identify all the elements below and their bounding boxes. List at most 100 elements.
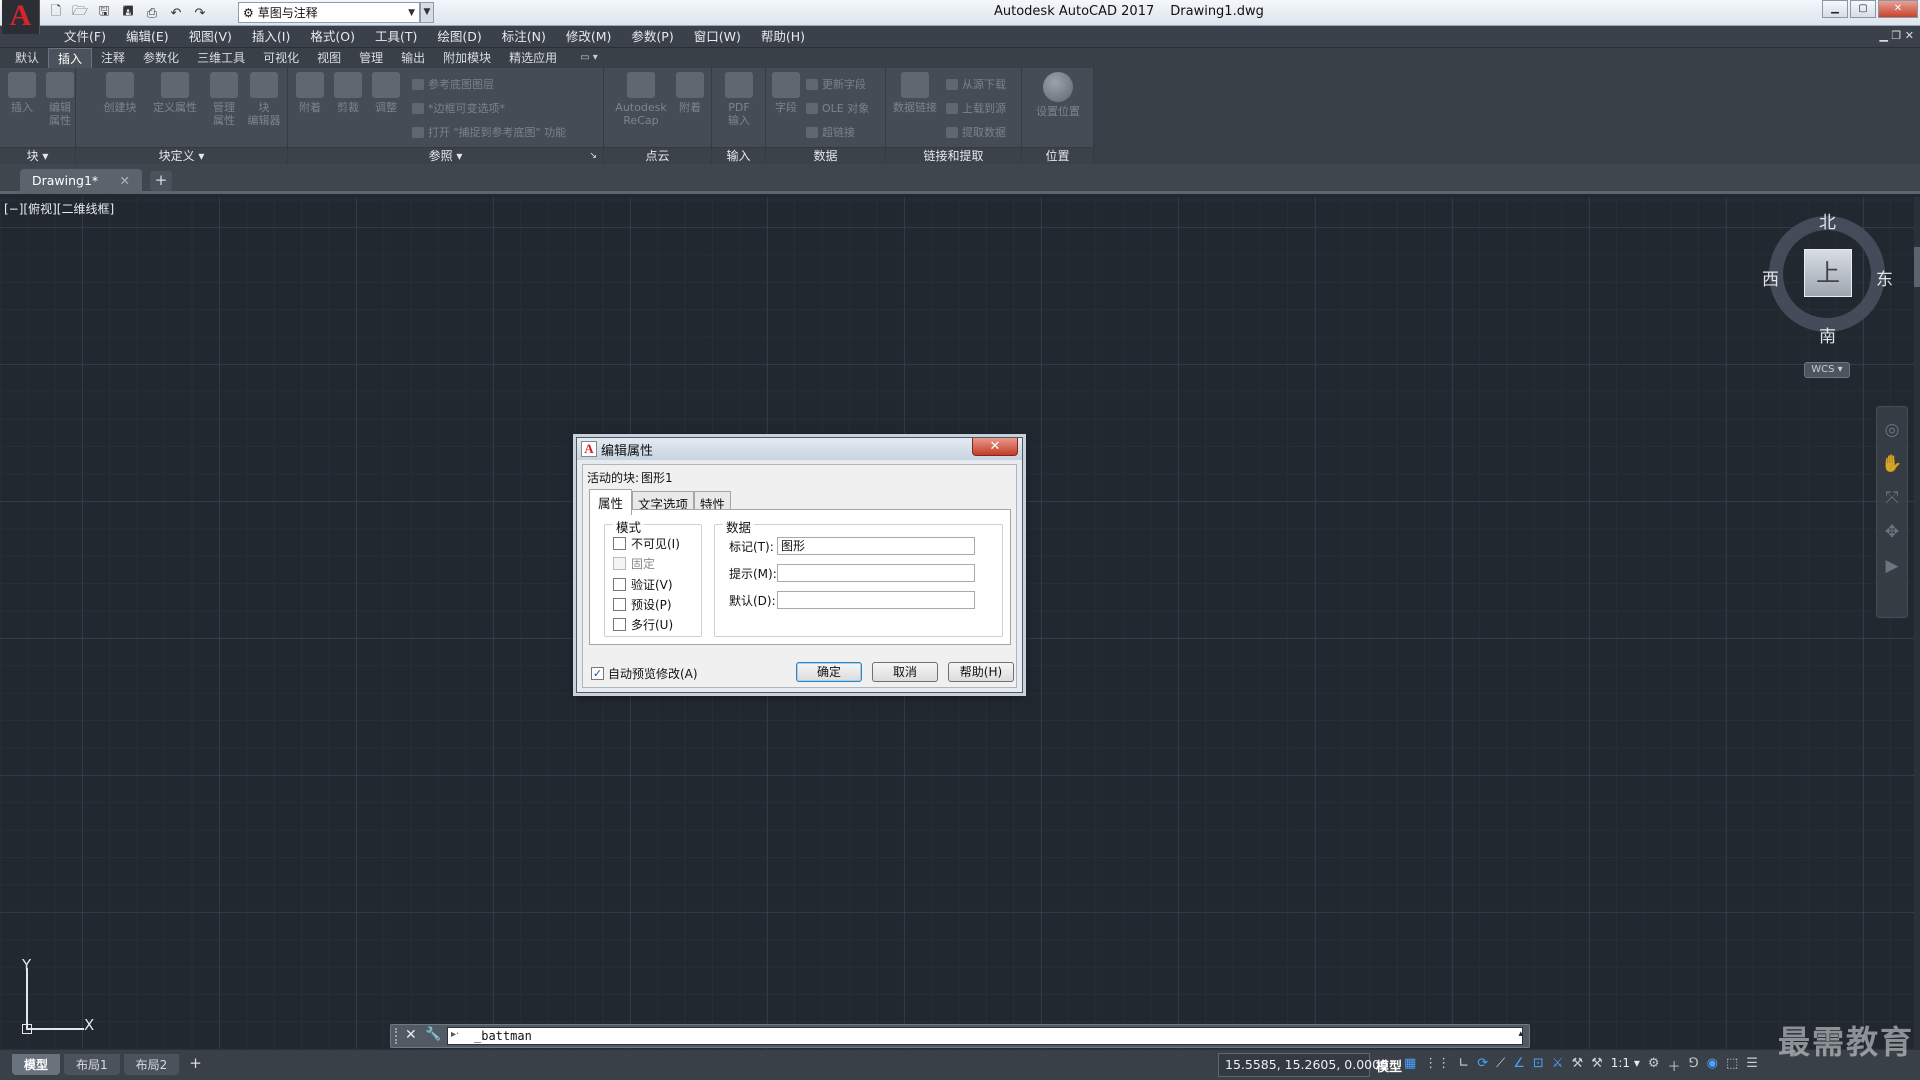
- command-close-icon[interactable]: ✕: [405, 1027, 417, 1043]
- undo-icon[interactable]: ↶: [166, 4, 186, 22]
- ribbon-display-toggle[interactable]: ▭ ▾: [566, 48, 612, 68]
- tab-3d-tools[interactable]: 三维工具: [188, 48, 254, 68]
- lineweight-icon[interactable]: ⊡: [1533, 1056, 1544, 1075]
- download-from-source-button[interactable]: 从源下载: [946, 76, 1006, 92]
- block-editor-button[interactable]: 块 编辑器: [244, 72, 284, 127]
- print-icon[interactable]: ⎙: [142, 4, 162, 22]
- adjust-button[interactable]: 调整: [366, 72, 406, 114]
- workspace-switcher[interactable]: ⚙ 草图与注释 ▼: [238, 2, 420, 23]
- dialog-close-button[interactable]: ✕: [972, 438, 1018, 456]
- file-tab-drawing1[interactable]: Drawing1* ✕: [20, 169, 142, 194]
- tab-default[interactable]: 默认: [6, 48, 48, 68]
- new-icon[interactable]: 🗋: [46, 4, 66, 22]
- steeringwheel-icon[interactable]: ◎: [1881, 419, 1903, 441]
- application-menu-button[interactable]: A: [2, 0, 40, 34]
- showmotion-icon[interactable]: ▶: [1881, 555, 1903, 577]
- qat-customize-button[interactable]: ▼: [420, 2, 434, 23]
- field-button[interactable]: 字段: [766, 72, 806, 114]
- tab-manage[interactable]: 管理: [350, 48, 392, 68]
- pan-icon[interactable]: ✋: [1881, 453, 1903, 475]
- command-history-button[interactable]: ▴: [1518, 1029, 1523, 1039]
- panel-title-reference[interactable]: 参照 ▾ ↘: [288, 147, 603, 164]
- insert-block-button[interactable]: 插入: [2, 72, 42, 114]
- frames-vary-button[interactable]: *边框可变选项*: [412, 100, 505, 116]
- autoscale-icon[interactable]: ⚒: [1571, 1056, 1583, 1075]
- pointcloud-attach-button[interactable]: 附着: [670, 72, 710, 114]
- viewport-controls-label[interactable]: [−][俯视][二维线框]: [4, 200, 114, 217]
- hardware-acceleration-icon[interactable]: ◉: [1707, 1056, 1718, 1075]
- customize-wrench-icon[interactable]: 🔧: [425, 1027, 441, 1042]
- tag-input[interactable]: 图形: [777, 537, 975, 555]
- close-button[interactable]: ✕: [1878, 0, 1918, 18]
- prompt-input[interactable]: [777, 564, 975, 582]
- maximize-button[interactable]: ▢: [1850, 0, 1876, 18]
- menu-format[interactable]: 格式(O): [300, 26, 365, 48]
- multiline-checkbox[interactable]: 多行(U): [613, 616, 673, 633]
- coordinates-readout[interactable]: 15.5585, 15.2605, 0.0000: [1218, 1053, 1388, 1077]
- define-attribute-button[interactable]: 定义属性: [152, 72, 198, 114]
- menu-edit[interactable]: 编辑(E): [116, 26, 179, 48]
- menu-view[interactable]: 视图(V): [179, 26, 242, 48]
- extract-data-button[interactable]: 提取数据: [946, 124, 1006, 140]
- wcs-menu[interactable]: WCS ▾: [1804, 362, 1850, 378]
- dialog-launcher-icon[interactable]: ↘: [589, 148, 597, 164]
- compass-south[interactable]: 南: [1819, 322, 1836, 347]
- help-button[interactable]: 帮助(H): [948, 662, 1014, 682]
- add-layout-button[interactable]: +: [183, 1054, 208, 1075]
- set-location-button[interactable]: 设置位置: [1030, 72, 1086, 118]
- tab-insert[interactable]: 插入: [48, 48, 93, 68]
- plus-icon[interactable]: ＋: [1668, 1056, 1681, 1075]
- verify-checkbox[interactable]: 验证(V): [613, 576, 673, 593]
- menu-window[interactable]: 窗口(W): [684, 26, 751, 48]
- menu-tools[interactable]: 工具(T): [365, 26, 427, 48]
- tab-output[interactable]: 输出: [392, 48, 434, 68]
- compass-east[interactable]: 东: [1876, 265, 1893, 290]
- tab-parametric[interactable]: 参数化: [134, 48, 188, 68]
- underlay-layers-button[interactable]: 参考底图图层: [412, 76, 494, 92]
- tab-model[interactable]: 模型: [12, 1054, 61, 1075]
- zoom-icon[interactable]: ⤧: [1881, 487, 1903, 509]
- polar-icon[interactable]: ⟳: [1477, 1056, 1488, 1075]
- panel-title-block-definition[interactable]: 块定义 ▾: [76, 147, 287, 164]
- viewcube[interactable]: 上 北 南 东 西 WCS ▾: [1762, 212, 1894, 387]
- default-input[interactable]: [777, 591, 975, 609]
- dialog-title-bar[interactable]: A 编辑属性 ✕: [577, 438, 1022, 460]
- tab-view[interactable]: 视图: [308, 48, 350, 68]
- menu-file[interactable]: 文件(F): [54, 26, 116, 48]
- saveas-icon[interactable]: 🖪: [118, 4, 138, 22]
- invisible-checkbox[interactable]: 不可见(I): [613, 535, 680, 552]
- snap-to-underlays-button[interactable]: 打开 "捕捉到参考底图" 功能: [412, 124, 566, 140]
- upload-to-source-button[interactable]: 上载到源: [946, 100, 1006, 116]
- annotation-visibility-icon[interactable]: ⚔: [1552, 1056, 1564, 1075]
- close-icon[interactable]: ✕: [120, 173, 130, 190]
- tab-annotate[interactable]: 注释: [92, 48, 134, 68]
- update-fields-button[interactable]: 更新字段: [806, 76, 866, 92]
- tab-layout1[interactable]: 布局1: [64, 1054, 120, 1075]
- scrollbar-thumb[interactable]: [1914, 247, 1920, 287]
- annotation-scale[interactable]: 1:1 ▾: [1611, 1056, 1640, 1075]
- menu-help[interactable]: 帮助(H): [751, 26, 815, 48]
- document-window-controls[interactable]: ▁ ❐ ✕: [1879, 29, 1914, 42]
- snap-icon[interactable]: ⋮⋮: [1424, 1056, 1450, 1075]
- compass-north[interactable]: 北: [1819, 208, 1836, 233]
- compass-west[interactable]: 西: [1762, 265, 1779, 290]
- tab-attribute[interactable]: 属性: [589, 489, 633, 515]
- open-icon[interactable]: 🗁: [70, 4, 90, 22]
- annotation-scale-icon[interactable]: ⚒: [1591, 1056, 1603, 1075]
- cancel-button[interactable]: 取消: [872, 662, 938, 682]
- menu-insert[interactable]: 插入(I): [242, 26, 300, 48]
- menu-modify[interactable]: 修改(M): [556, 26, 622, 48]
- pdf-import-button[interactable]: PDF 输入: [719, 72, 759, 127]
- workspace-gear-icon[interactable]: ⚙: [1648, 1056, 1660, 1075]
- command-prompt-icon[interactable]: ▸·: [451, 1029, 459, 1040]
- attach-button[interactable]: 附着: [290, 72, 330, 114]
- ok-button[interactable]: 确定: [796, 662, 862, 682]
- auto-preview-checkbox[interactable]: ✓ 自动预览修改(A): [591, 665, 698, 682]
- hyperlink-button[interactable]: 超链接: [806, 124, 855, 140]
- osnap-icon[interactable]: ⟋: [1496, 1056, 1505, 1075]
- menu-parametric[interactable]: 参数(P): [621, 26, 683, 48]
- ole-object-button[interactable]: OLE 对象: [806, 100, 869, 116]
- command-input[interactable]: _battman: [447, 1027, 1523, 1045]
- vertical-scrollbar[interactable]: [1914, 197, 1920, 1049]
- manage-attributes-button[interactable]: 管理 属性: [206, 72, 242, 127]
